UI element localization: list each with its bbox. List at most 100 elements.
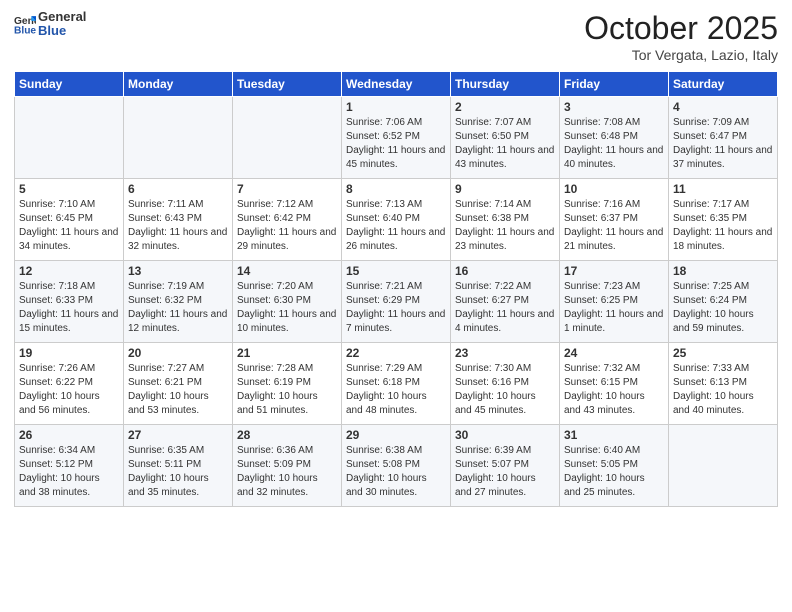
daylight-label: Daylight: 11 hours and 32 minutes. [128, 227, 227, 252]
daylight-label: Daylight: 10 hours and 59 minutes. [673, 309, 754, 334]
logo: General Blue General Blue [14, 10, 86, 39]
day-number: 24 [564, 346, 664, 360]
sunrise-label: Sunrise: 7:07 AM [455, 117, 531, 128]
sunset-label: Sunset: 6:18 PM [346, 377, 420, 388]
sunset-label: Sunset: 6:25 PM [564, 295, 638, 306]
sunset-label: Sunset: 6:50 PM [455, 131, 529, 142]
sunrise-label: Sunrise: 7:25 AM [673, 281, 749, 292]
day-number: 4 [673, 100, 773, 114]
sunset-label: Sunset: 5:05 PM [564, 459, 638, 470]
sunrise-label: Sunrise: 7:17 AM [673, 199, 749, 210]
daylight-label: Daylight: 11 hours and 1 minute. [564, 309, 663, 334]
day-info: Sunrise: 7:14 AM Sunset: 6:38 PM Dayligh… [455, 198, 555, 254]
col-monday: Monday [124, 72, 233, 97]
col-tuesday: Tuesday [233, 72, 342, 97]
calendar-row: 12 Sunrise: 7:18 AM Sunset: 6:33 PM Dayl… [15, 261, 778, 343]
day-info: Sunrise: 7:27 AM Sunset: 6:21 PM Dayligh… [128, 362, 228, 418]
table-row: 24 Sunrise: 7:32 AM Sunset: 6:15 PM Dayl… [560, 343, 669, 425]
day-number: 15 [346, 264, 446, 278]
day-number: 22 [346, 346, 446, 360]
day-info: Sunrise: 7:26 AM Sunset: 6:22 PM Dayligh… [19, 362, 119, 418]
table-row: 18 Sunrise: 7:25 AM Sunset: 6:24 PM Dayl… [669, 261, 778, 343]
sunrise-label: Sunrise: 7:18 AM [19, 281, 95, 292]
daylight-label: Daylight: 11 hours and 34 minutes. [19, 227, 118, 252]
col-friday: Friday [560, 72, 669, 97]
sunrise-label: Sunrise: 7:22 AM [455, 281, 531, 292]
sunset-label: Sunset: 6:29 PM [346, 295, 420, 306]
daylight-label: Daylight: 11 hours and 37 minutes. [673, 145, 772, 170]
sunrise-label: Sunrise: 7:08 AM [564, 117, 640, 128]
sunrise-label: Sunrise: 7:30 AM [455, 363, 531, 374]
day-info: Sunrise: 7:10 AM Sunset: 6:45 PM Dayligh… [19, 198, 119, 254]
table-row: 23 Sunrise: 7:30 AM Sunset: 6:16 PM Dayl… [451, 343, 560, 425]
table-row: 6 Sunrise: 7:11 AM Sunset: 6:43 PM Dayli… [124, 179, 233, 261]
day-info: Sunrise: 7:06 AM Sunset: 6:52 PM Dayligh… [346, 116, 446, 172]
daylight-label: Daylight: 11 hours and 18 minutes. [673, 227, 772, 252]
sunset-label: Sunset: 6:38 PM [455, 213, 529, 224]
table-row: 30 Sunrise: 6:39 AM Sunset: 5:07 PM Dayl… [451, 425, 560, 507]
sunset-label: Sunset: 6:19 PM [237, 377, 311, 388]
calendar-row: 26 Sunrise: 6:34 AM Sunset: 5:12 PM Dayl… [15, 425, 778, 507]
daylight-label: Daylight: 11 hours and 43 minutes. [455, 145, 554, 170]
day-number: 25 [673, 346, 773, 360]
table-row: 31 Sunrise: 6:40 AM Sunset: 5:05 PM Dayl… [560, 425, 669, 507]
day-info: Sunrise: 7:32 AM Sunset: 6:15 PM Dayligh… [564, 362, 664, 418]
table-row: 25 Sunrise: 7:33 AM Sunset: 6:13 PM Dayl… [669, 343, 778, 425]
table-row [233, 97, 342, 179]
table-row: 29 Sunrise: 6:38 AM Sunset: 5:08 PM Dayl… [342, 425, 451, 507]
logo-general-text: General [38, 10, 86, 24]
sunrise-label: Sunrise: 7:10 AM [19, 199, 95, 210]
day-info: Sunrise: 7:22 AM Sunset: 6:27 PM Dayligh… [455, 280, 555, 336]
sunset-label: Sunset: 5:07 PM [455, 459, 529, 470]
day-number: 11 [673, 182, 773, 196]
day-info: Sunrise: 7:16 AM Sunset: 6:37 PM Dayligh… [564, 198, 664, 254]
sunset-label: Sunset: 6:47 PM [673, 131, 747, 142]
header-row: Sunday Monday Tuesday Wednesday Thursday… [15, 72, 778, 97]
col-thursday: Thursday [451, 72, 560, 97]
sunset-label: Sunset: 6:48 PM [564, 131, 638, 142]
daylight-label: Daylight: 10 hours and 51 minutes. [237, 391, 318, 416]
day-number: 9 [455, 182, 555, 196]
sunset-label: Sunset: 6:43 PM [128, 213, 202, 224]
table-row: 8 Sunrise: 7:13 AM Sunset: 6:40 PM Dayli… [342, 179, 451, 261]
day-number: 19 [19, 346, 119, 360]
table-row: 2 Sunrise: 7:07 AM Sunset: 6:50 PM Dayli… [451, 97, 560, 179]
daylight-label: Daylight: 11 hours and 7 minutes. [346, 309, 445, 334]
sunrise-label: Sunrise: 7:19 AM [128, 281, 204, 292]
sunrise-label: Sunrise: 7:26 AM [19, 363, 95, 374]
daylight-label: Daylight: 10 hours and 48 minutes. [346, 391, 427, 416]
sunset-label: Sunset: 6:27 PM [455, 295, 529, 306]
day-info: Sunrise: 6:34 AM Sunset: 5:12 PM Dayligh… [19, 444, 119, 500]
daylight-label: Daylight: 11 hours and 26 minutes. [346, 227, 445, 252]
daylight-label: Daylight: 11 hours and 12 minutes. [128, 309, 227, 334]
table-row: 21 Sunrise: 7:28 AM Sunset: 6:19 PM Dayl… [233, 343, 342, 425]
daylight-label: Daylight: 10 hours and 38 minutes. [19, 473, 100, 498]
sunrise-label: Sunrise: 7:12 AM [237, 199, 313, 210]
sunrise-label: Sunrise: 7:09 AM [673, 117, 749, 128]
sunset-label: Sunset: 5:09 PM [237, 459, 311, 470]
table-row [124, 97, 233, 179]
daylight-label: Daylight: 11 hours and 45 minutes. [346, 145, 445, 170]
daylight-label: Daylight: 10 hours and 27 minutes. [455, 473, 536, 498]
page-container: General Blue General Blue October 2025 T… [0, 0, 792, 515]
col-wednesday: Wednesday [342, 72, 451, 97]
sunrise-label: Sunrise: 7:16 AM [564, 199, 640, 210]
sunrise-label: Sunrise: 6:38 AM [346, 445, 422, 456]
calendar-table: Sunday Monday Tuesday Wednesday Thursday… [14, 71, 778, 507]
day-info: Sunrise: 6:35 AM Sunset: 5:11 PM Dayligh… [128, 444, 228, 500]
month-title: October 2025 [584, 10, 778, 47]
table-row: 3 Sunrise: 7:08 AM Sunset: 6:48 PM Dayli… [560, 97, 669, 179]
sunrise-label: Sunrise: 7:23 AM [564, 281, 640, 292]
table-row [669, 425, 778, 507]
sunrise-label: Sunrise: 7:28 AM [237, 363, 313, 374]
daylight-label: Daylight: 10 hours and 56 minutes. [19, 391, 100, 416]
daylight-label: Daylight: 11 hours and 10 minutes. [237, 309, 336, 334]
sunset-label: Sunset: 6:22 PM [19, 377, 93, 388]
header: General Blue General Blue October 2025 T… [14, 10, 778, 63]
table-row: 28 Sunrise: 6:36 AM Sunset: 5:09 PM Dayl… [233, 425, 342, 507]
sunrise-label: Sunrise: 6:35 AM [128, 445, 204, 456]
day-info: Sunrise: 7:25 AM Sunset: 6:24 PM Dayligh… [673, 280, 773, 336]
table-row: 11 Sunrise: 7:17 AM Sunset: 6:35 PM Dayl… [669, 179, 778, 261]
sunrise-label: Sunrise: 7:32 AM [564, 363, 640, 374]
table-row [15, 97, 124, 179]
